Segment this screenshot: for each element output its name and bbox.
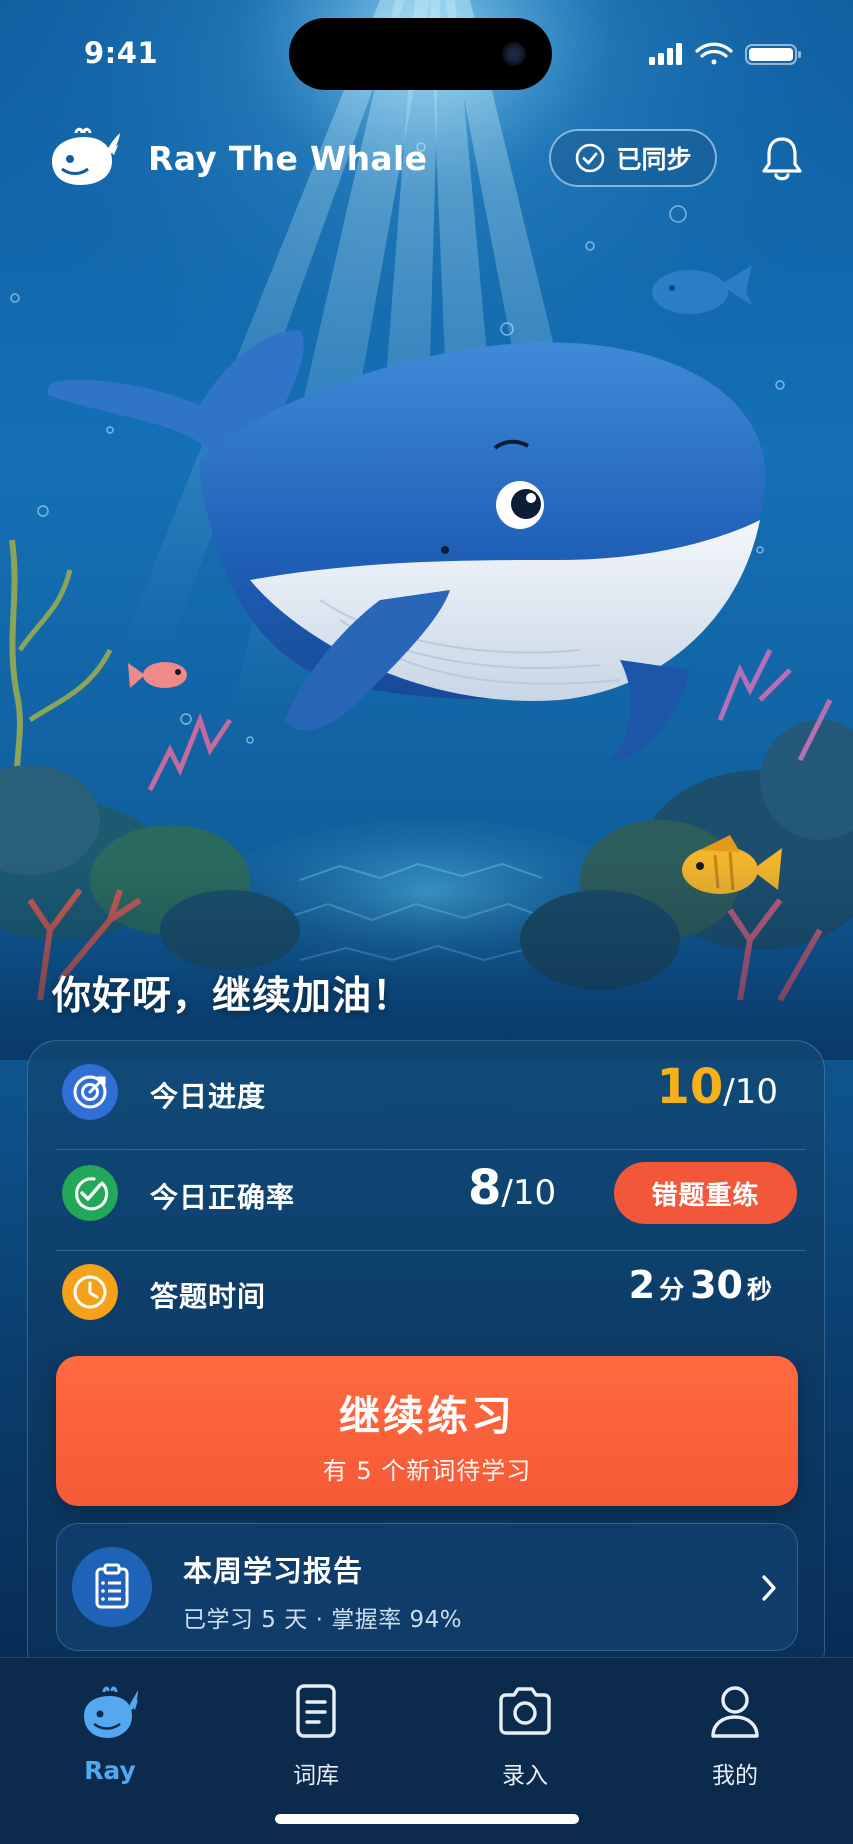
tab-profile-label: 我的	[712, 1763, 758, 1789]
bell-icon[interactable]	[760, 135, 804, 183]
sync-status-label: 已同步	[616, 145, 692, 174]
today-progress-value: 10/10	[656, 1059, 778, 1115]
target-icon	[62, 1064, 118, 1120]
whale-icon	[84, 1686, 138, 1738]
person-icon	[711, 1686, 759, 1738]
retry-mistakes-button[interactable]: 错题重练	[614, 1162, 797, 1224]
weekly-report-item[interactable]: 本周学习报告 已学习 5 天 · 掌握率 94%	[56, 1523, 798, 1651]
battery-icon	[745, 44, 801, 65]
today-progress-label: 今日进度	[150, 1080, 267, 1113]
clock-icon	[62, 1264, 118, 1320]
app-screen: 9:41 Ray The Whale 已同步 你好呀，继续加油！ 今日进度 10…	[0, 0, 853, 1844]
home-indicator[interactable]	[275, 1814, 579, 1824]
time-seconds-unit: 秒	[746, 1275, 772, 1304]
dynamic-island	[289, 18, 552, 90]
status-bar-icons	[649, 42, 801, 65]
chevron-right-icon	[762, 1575, 776, 1601]
time-seconds: 30	[690, 1263, 743, 1307]
time-minutes: 2	[628, 1263, 656, 1307]
answer-time-label: 答题时间	[150, 1280, 267, 1313]
tab-profile[interactable]: 我的	[665, 1682, 805, 1792]
continue-practice-title: 继续练习	[339, 1392, 515, 1440]
today-accuracy-label: 今日正确率	[150, 1181, 296, 1214]
check-badge-icon	[62, 1165, 118, 1221]
camera-icon	[499, 1687, 551, 1735]
tab-ray[interactable]: Ray	[40, 1682, 180, 1792]
cellular-signal-icon	[649, 43, 682, 65]
tab-vocabulary-label: 词库	[293, 1763, 339, 1789]
accuracy-total: /10	[501, 1173, 557, 1213]
weekly-report-title: 本周学习报告	[183, 1554, 364, 1588]
whale-logo-icon	[52, 127, 120, 185]
greeting-text: 你好呀，继续加油！	[52, 974, 413, 1019]
continue-practice-subtitle: 有 5 个新词待学习	[322, 1457, 532, 1485]
tab-capture[interactable]: 录入	[455, 1682, 595, 1792]
tab-capture-label: 录入	[502, 1763, 548, 1789]
tab-vocabulary[interactable]: 词库	[246, 1682, 386, 1792]
today-accuracy-value: 8/10	[468, 1160, 556, 1216]
sync-status-button[interactable]: 已同步	[549, 129, 717, 187]
progress-total: /10	[723, 1072, 778, 1112]
weekly-report-subtitle: 已学习 5 天 · 掌握率 94%	[183, 1607, 463, 1633]
check-circle-icon	[576, 143, 605, 173]
today-accuracy-row: 今日正确率 8/10 错题重练	[28, 1142, 826, 1242]
app-title: Ray The Whale	[148, 139, 428, 178]
document-icon	[296, 1684, 336, 1738]
accuracy-count: 8	[468, 1160, 502, 1216]
progress-count: 10	[656, 1059, 724, 1115]
tab-ray-label: Ray	[84, 1756, 136, 1785]
daily-stats-card: 今日进度 10/10 今日正确率 8/10 错题重练 答题时间 2 分 30 秒…	[27, 1040, 825, 1680]
answer-time-row: 答题时间 2 分 30 秒	[28, 1241, 826, 1341]
front-camera-icon	[502, 42, 526, 66]
time-minutes-unit: 分	[659, 1275, 685, 1304]
today-progress-row: 今日进度 10/10	[28, 1041, 826, 1141]
continue-practice-button[interactable]: 继续练习 有 5 个新词待学习	[56, 1356, 798, 1506]
wifi-icon	[695, 42, 733, 65]
answer-time-value: 2 分 30 秒	[629, 1263, 778, 1307]
status-bar-time: 9:41	[84, 36, 159, 70]
clipboard-icon	[72, 1547, 152, 1627]
